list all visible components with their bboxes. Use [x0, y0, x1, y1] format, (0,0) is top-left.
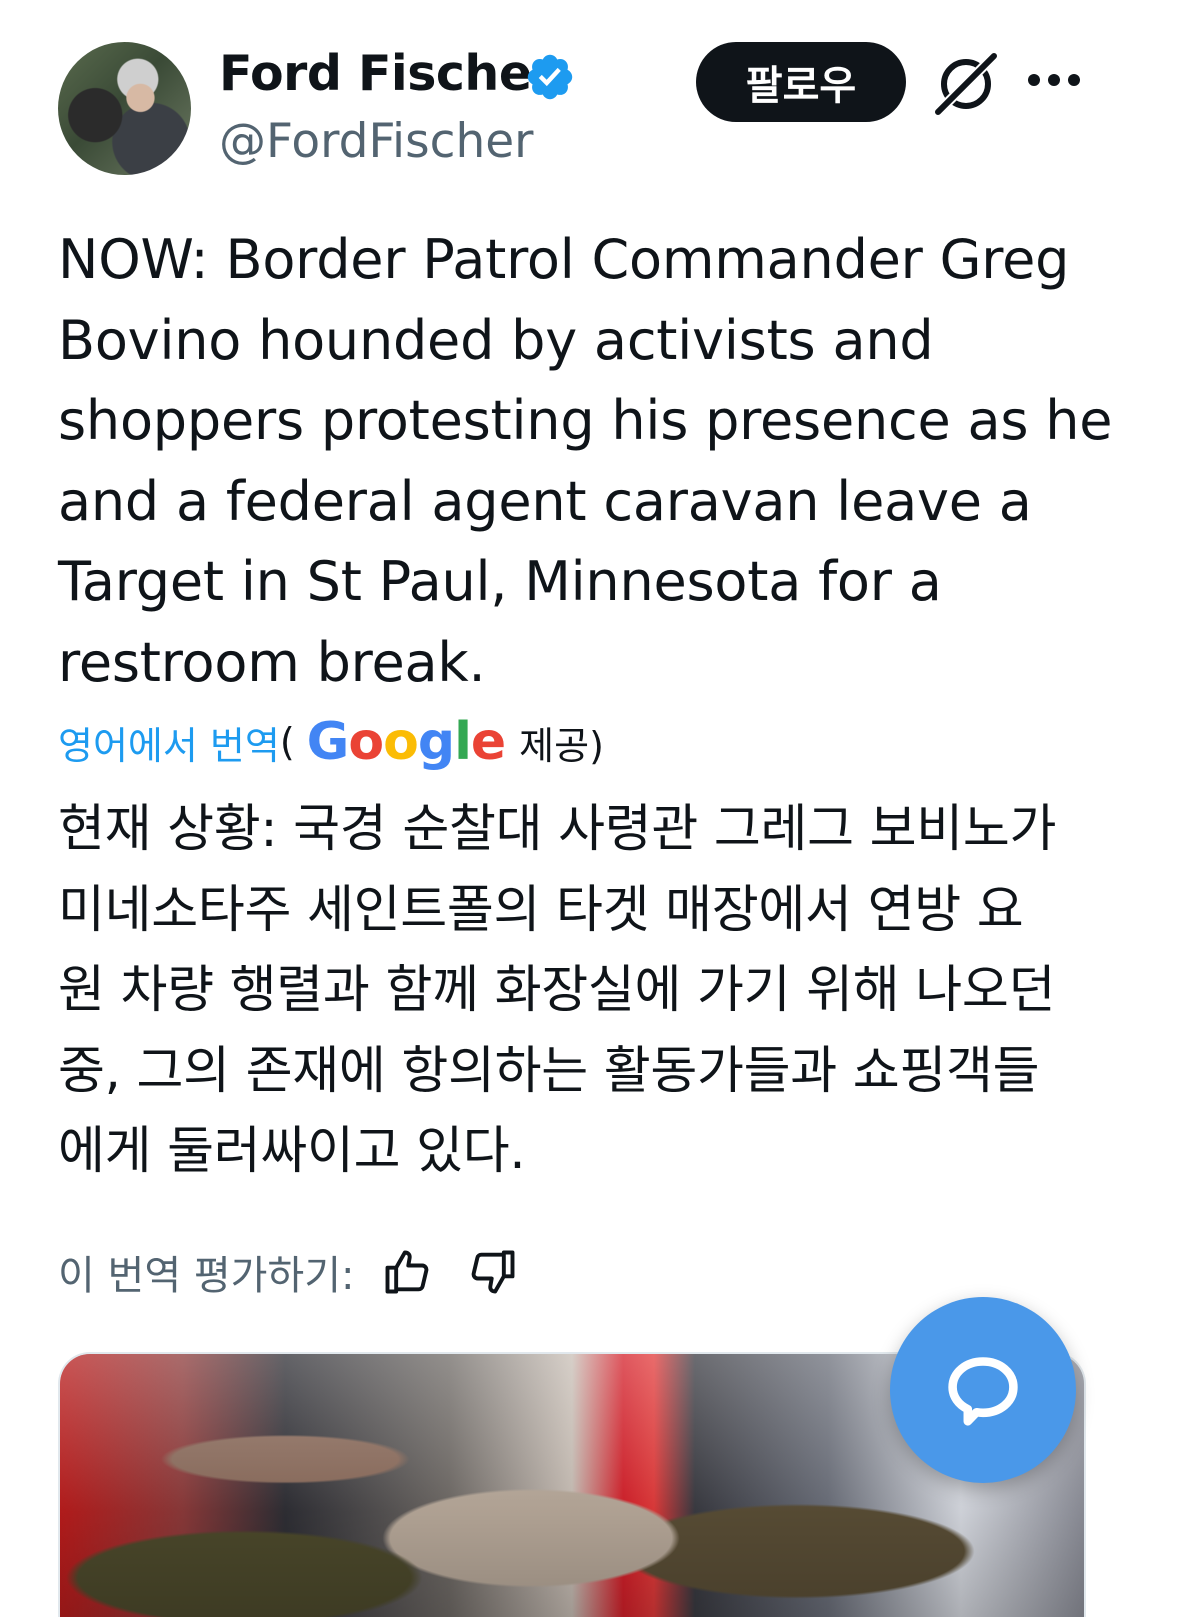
- compose-message-button[interactable]: [890, 1297, 1076, 1483]
- follow-button[interactable]: 팔로우: [696, 42, 906, 122]
- more-icon[interactable]: [1026, 70, 1082, 90]
- tweet-text: NOW: Border Patrol Commander Greg Bovino…: [58, 228, 1113, 694]
- grok-icon[interactable]: [930, 50, 1000, 116]
- verified-badge-icon: [527, 54, 573, 100]
- avatar[interactable]: [58, 42, 191, 175]
- provided-label: 제공): [519, 723, 604, 768]
- thumbs-down-icon[interactable]: [467, 1246, 519, 1298]
- translated-from-link[interactable]: 영어에서 번역: [58, 715, 280, 770]
- translation-attribution: 영어에서 번역 ( Google 제공): [58, 712, 604, 772]
- thumbs-up-icon[interactable]: [381, 1246, 433, 1298]
- google-logo: Google: [306, 712, 507, 772]
- rate-translation-row: 이 번역 평가하기:: [58, 1242, 519, 1302]
- open-paren: (: [279, 720, 295, 764]
- translated-text: 현재 상황: 국경 순찰대 사령관 그레그 보비노가 미네소타주 세인트폴의 타…: [58, 800, 1057, 1181]
- rate-translation-label: 이 번역 평가하기:: [58, 1253, 355, 1299]
- author-name[interactable]: Ford Fischer: [219, 44, 556, 104]
- message-icon: [948, 1357, 1018, 1426]
- author-handle[interactable]: @FordFischer: [219, 112, 533, 172]
